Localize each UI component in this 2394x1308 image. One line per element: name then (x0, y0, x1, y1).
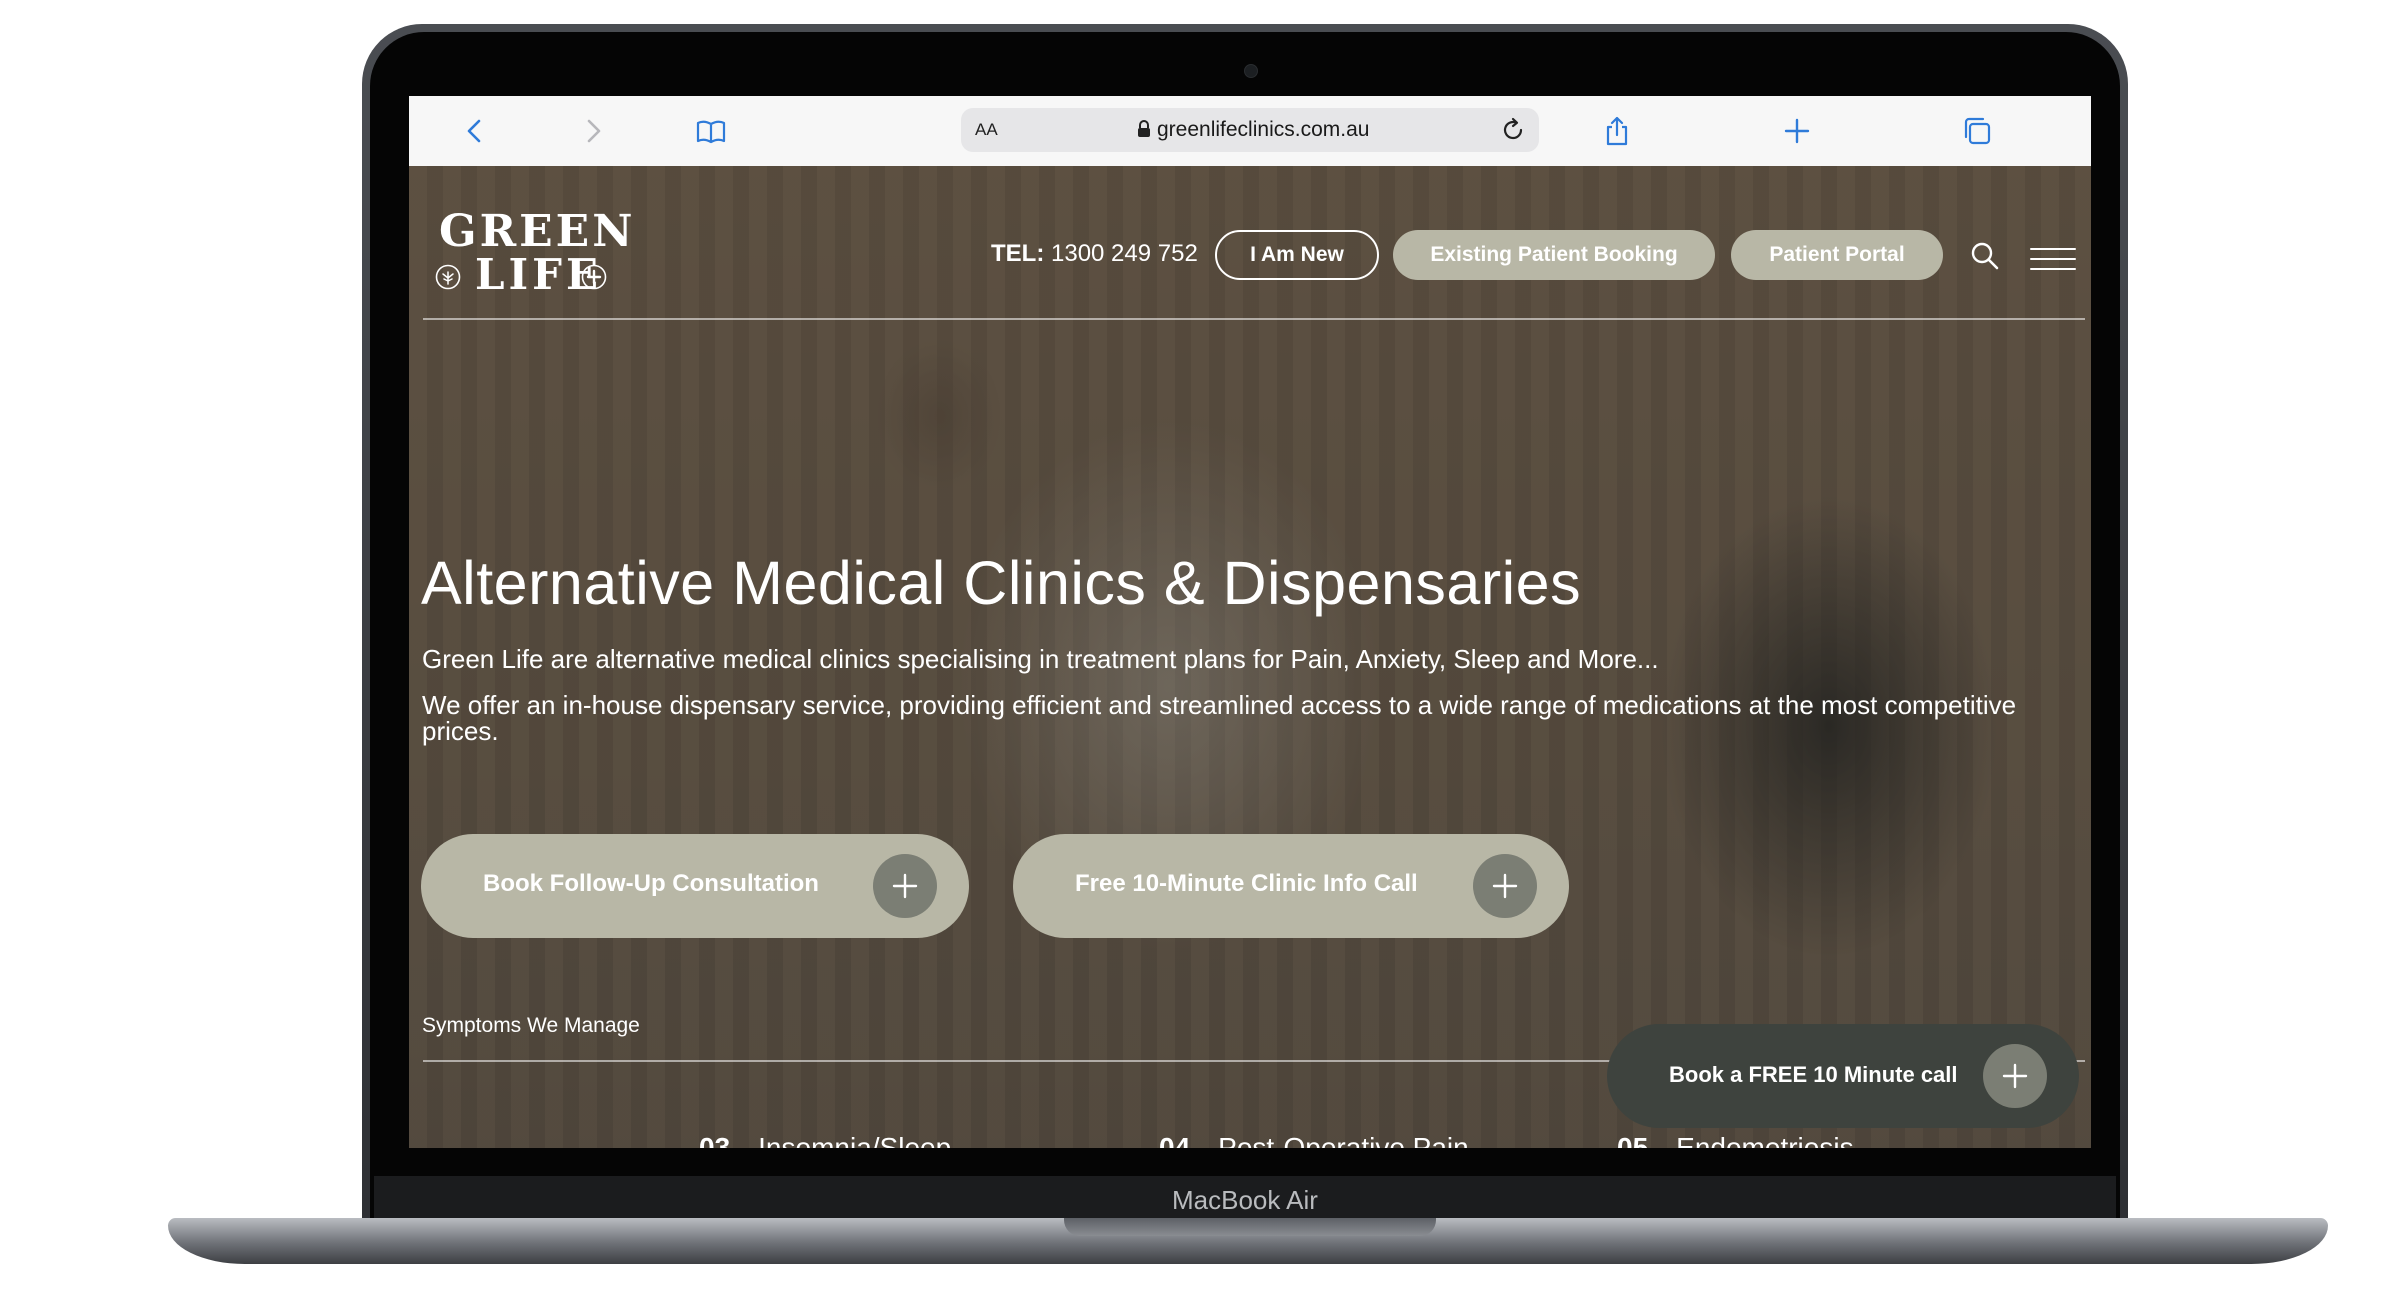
plus-icon (1473, 854, 1537, 918)
new-tab-icon[interactable] (1779, 113, 1815, 149)
hero-paragraph-1: Green Life are alternative medical clini… (422, 644, 1659, 674)
floating-book-call-button[interactable]: Book a FREE 10 Minute call (1607, 1024, 2079, 1128)
url-text[interactable]: greenlifeclinics.com.au (1157, 118, 1369, 142)
cta-label: Free 10-Minute Clinic Info Call (1075, 870, 1418, 897)
symptoms-heading: Symptoms We Manage (422, 1014, 640, 1037)
text-size-button[interactable]: AA (975, 120, 998, 140)
laptop-opening-notch (1064, 1218, 1436, 1236)
forward-icon[interactable] (575, 113, 611, 149)
lock-icon (1138, 120, 1150, 137)
hero-paragraph-2: We offer an in-house dispensary service,… (422, 690, 2017, 746)
site-logo[interactable]: GREEN LIFE (435, 206, 632, 302)
book-follow-up-consultation-button[interactable]: Book Follow-Up Consultation (421, 834, 969, 938)
symptom-item[interactable]: 03 Insomnia/Sleep (699, 1132, 951, 1148)
back-icon[interactable] (457, 113, 493, 149)
tel-number: 1300 249 752 (1051, 240, 1198, 267)
bookmarks-icon[interactable] (693, 113, 729, 149)
address-bar[interactable]: AA greenlifeclinics.com.au (961, 108, 1539, 152)
device-label: MacBook Air (1172, 1184, 1318, 1215)
floating-cta-label: Book a FREE 10 Minute call (1669, 1062, 1958, 1087)
plus-icon (873, 854, 937, 918)
tabs-overview-icon[interactable] (1959, 113, 1995, 149)
browser-toolbar: AA greenlifeclinics.com.au (409, 96, 2091, 167)
hamburger-menu-icon[interactable] (2029, 246, 2077, 272)
existing-patient-booking-button[interactable]: Existing Patient Booking (1393, 230, 1715, 280)
header-divider (423, 318, 2085, 320)
share-icon[interactable] (1599, 113, 1635, 149)
symptom-item[interactable]: 05 Endometriosis (1617, 1132, 1854, 1148)
hero-section: GREEN LIFE TEL: 1300 249 752 I Am New Ex… (409, 166, 2091, 1148)
search-icon[interactable] (1969, 240, 2001, 272)
i-am-new-button[interactable]: I Am New (1215, 230, 1379, 280)
reload-icon[interactable] (1499, 116, 1527, 144)
laptop-chin: MacBook Air (374, 1176, 2116, 1224)
screen: AA greenlifeclinics.com.au GREEN LIFE TE… (409, 96, 2091, 1148)
cta-label: Book Follow-Up Consultation (483, 870, 819, 897)
symptom-list: 03 Insomnia/Sleep 04 Post-Operative Pain 0… (409, 1132, 2091, 1148)
plus-icon (1983, 1044, 2047, 1108)
medical-cross-icon (581, 264, 607, 290)
free-clinic-info-call-button[interactable]: Free 10-Minute Clinic Info Call (1013, 834, 1569, 938)
phone-number[interactable]: TEL: 1300 249 752 (991, 240, 1198, 268)
patient-portal-button[interactable]: Patient Portal (1731, 230, 1943, 280)
symptom-item[interactable]: 04 Post-Operative Pain (1159, 1132, 1469, 1148)
tel-label: TEL: (991, 240, 1045, 267)
leaf-icon (435, 264, 461, 290)
hero-title: Alternative Medical Clinics & Dispensari… (421, 549, 1582, 617)
camera-icon (1244, 64, 1258, 78)
